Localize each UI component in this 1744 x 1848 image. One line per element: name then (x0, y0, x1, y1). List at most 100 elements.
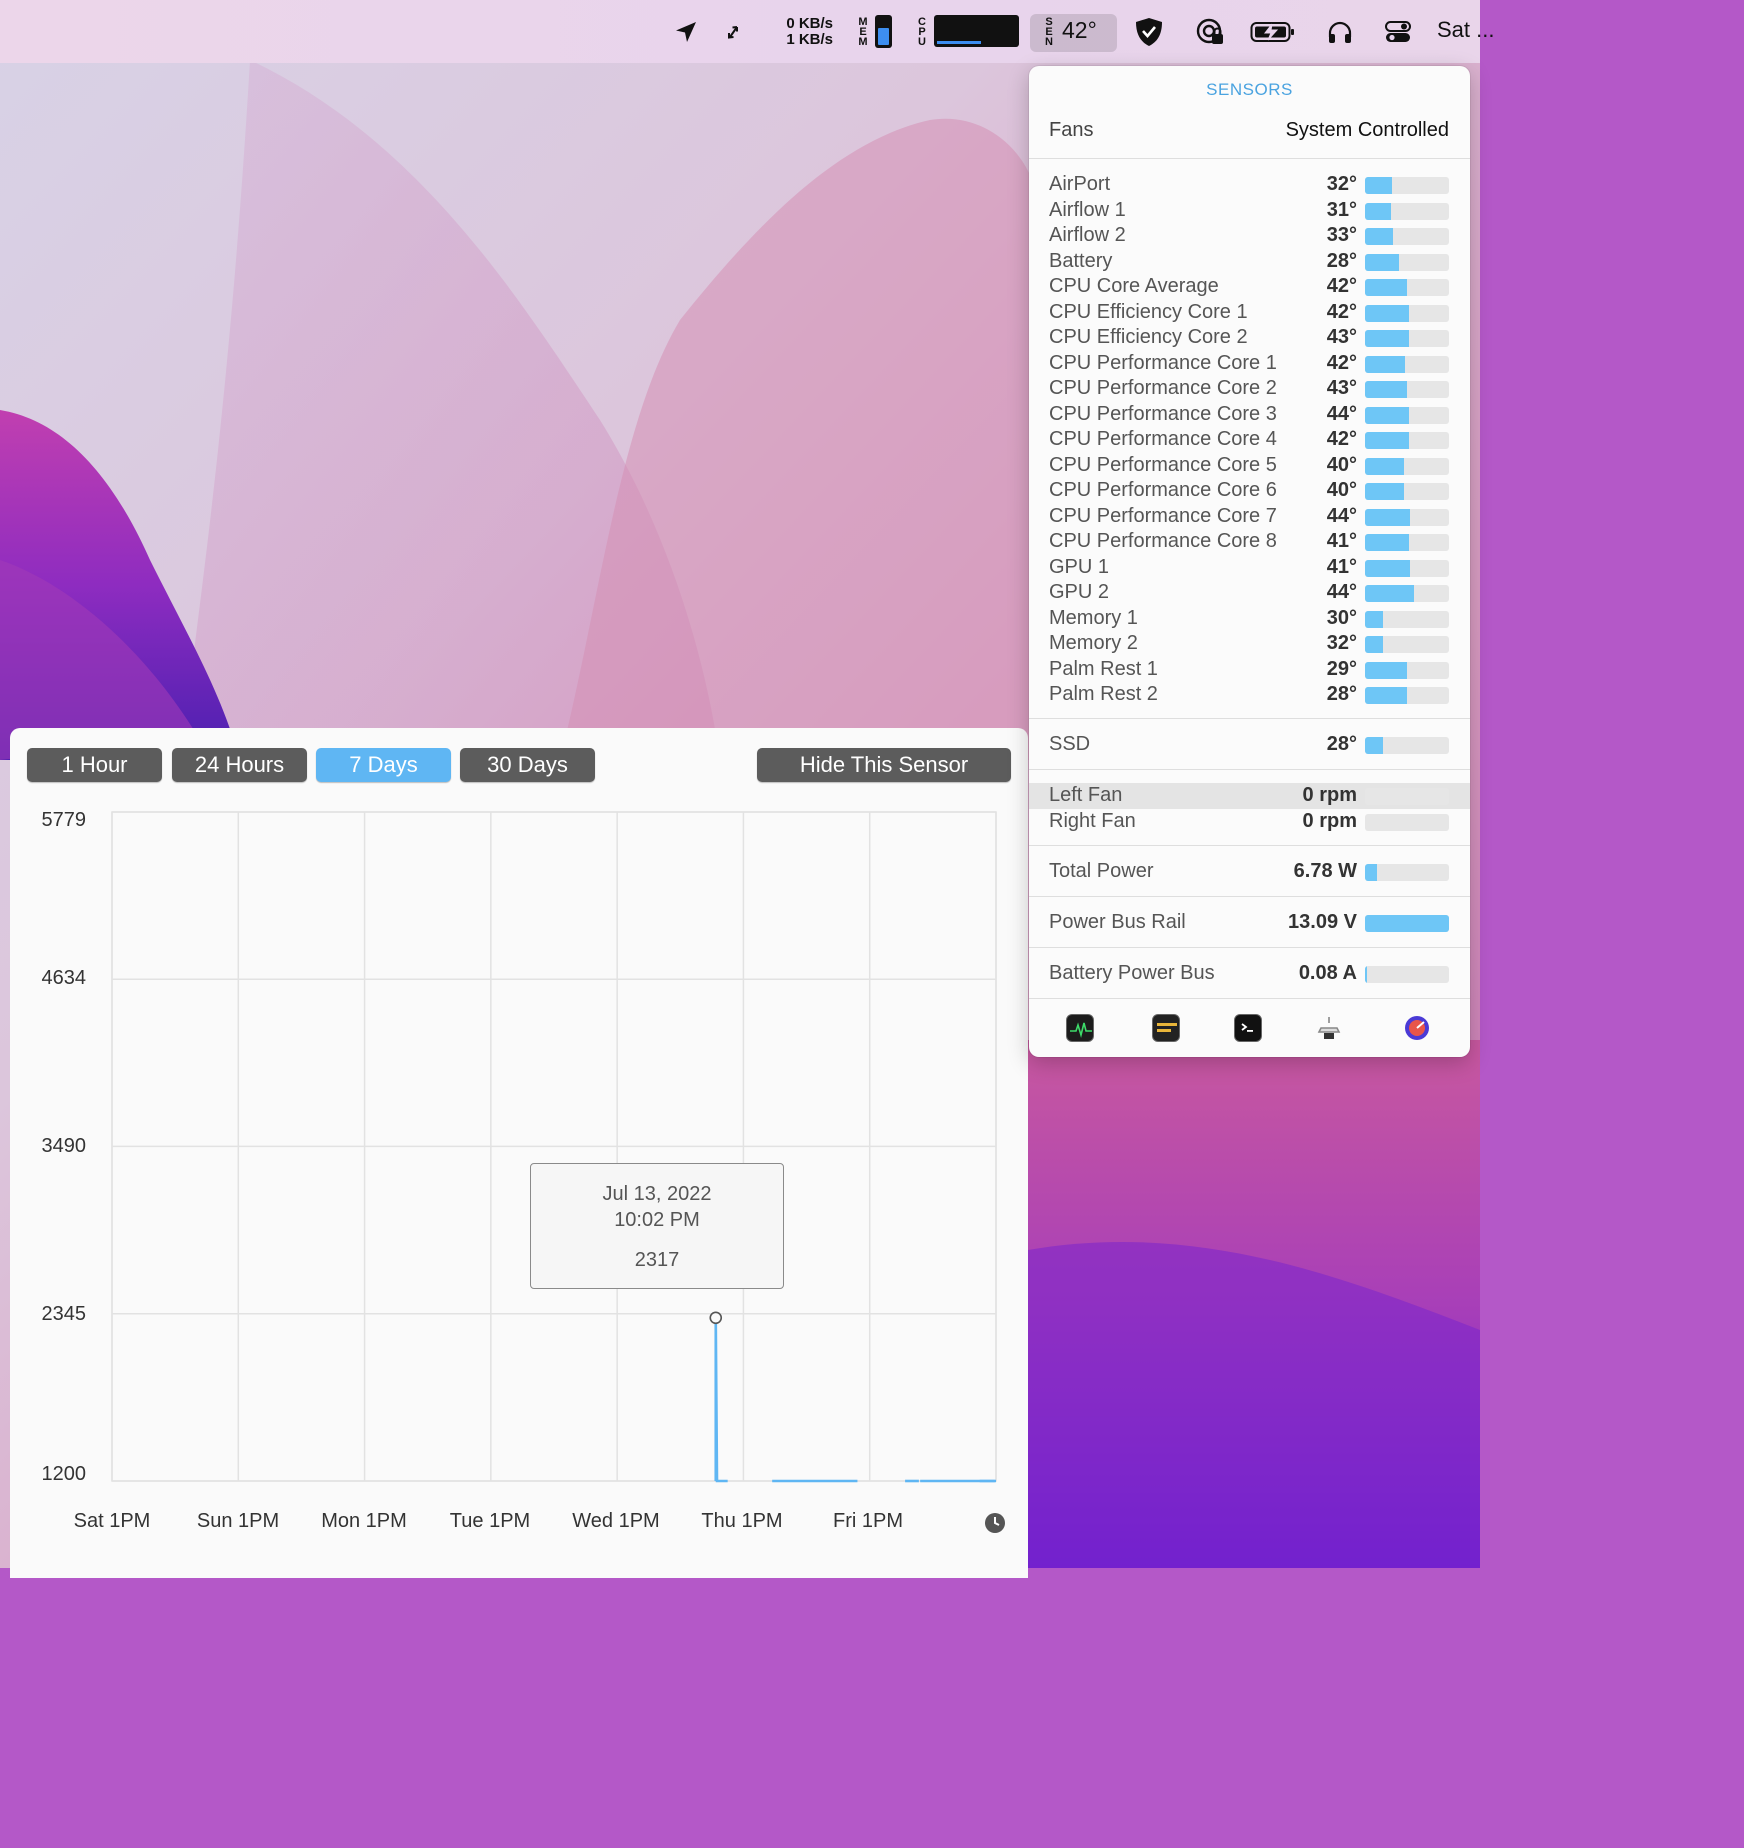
sensor-row[interactable]: CPU Performance Core 6 40° (1029, 478, 1470, 504)
power-row[interactable]: Power Bus Rail 13.09 V (1029, 910, 1470, 936)
fan-row[interactable]: Right Fan 0 rpm (1029, 809, 1470, 835)
menu-bar: 0 KB/s 1 KB/s MEM CPU SEN 42° Sat ... (0, 0, 1494, 63)
sensor-row[interactable]: Battery 28° (1029, 249, 1470, 275)
sensor-value: 42° (1326, 428, 1357, 450)
activity-monitor-icon[interactable] (1066, 1014, 1094, 1042)
sensor-value: 28° (1326, 683, 1357, 705)
sensor-row[interactable]: GPU 1 41° (1029, 555, 1470, 581)
sensor-name: CPU Efficiency Core 1 (1049, 300, 1248, 323)
sensor-row[interactable]: Airflow 1 31° (1029, 198, 1470, 224)
history-chart[interactable] (10, 728, 1028, 1568)
console-icon[interactable] (1152, 1014, 1180, 1042)
location-arrow-icon[interactable] (672, 0, 700, 63)
sensor-row[interactable]: GPU 2 44° (1029, 580, 1470, 606)
fan-row[interactable]: Left Fan 0 rpm (1029, 783, 1470, 809)
divider (1029, 718, 1470, 719)
network-speed[interactable]: 0 KB/s 1 KB/s (783, 16, 833, 48)
sensor-level-bar (1365, 304, 1449, 322)
sensor-name: Memory 2 (1049, 632, 1138, 654)
sensor-name: CPU Performance Core 1 (1049, 351, 1277, 374)
control-center-icon[interactable] (1383, 0, 1413, 63)
sensor-value: 13.09 V (1288, 911, 1357, 933)
battery-charging-icon[interactable] (1250, 0, 1296, 63)
sensor-row[interactable]: Memory 2 32° (1029, 631, 1470, 657)
clock-icon[interactable] (984, 1512, 1006, 1534)
chart-tooltip: Jul 13, 2022 10:02 PM 2317 (530, 1163, 784, 1289)
divider (1029, 158, 1470, 159)
sensor-row[interactable]: Palm Rest 1 29° (1029, 657, 1470, 683)
cpu-vertical-label: CPU (918, 15, 926, 48)
memory-gauge-fill (878, 28, 889, 45)
menubar-clock[interactable]: Sat ... (1437, 17, 1494, 43)
sensor-row[interactable]: CPU Performance Core 5 40° (1029, 453, 1470, 479)
sensor-row[interactable]: Palm Rest 2 28° (1029, 682, 1470, 708)
sensor-level-fill (1365, 534, 1409, 551)
vpn-lock-icon[interactable] (1194, 0, 1226, 63)
sensor-level-fill (1365, 355, 1406, 373)
sensor-level-fill (1365, 610, 1384, 628)
sensor-level-bar (1365, 177, 1449, 194)
sensor-row[interactable]: CPU Performance Core 7 44° (1029, 504, 1470, 530)
sensor-value: 44° (1326, 402, 1357, 425)
mem-vertical-label: MEM (858, 15, 868, 48)
y-tick-label: 5779 (41, 809, 87, 831)
sensor-level-bar (1365, 636, 1449, 653)
power-row[interactable]: Total Power 6.78 W (1029, 859, 1470, 885)
sensor-value: 42° (1326, 351, 1357, 374)
cpu-history-graph[interactable] (934, 15, 1019, 47)
sensor-name: Memory 1 (1049, 606, 1138, 629)
network-upload: 1 KB/s (786, 31, 833, 48)
memory-widget-label[interactable]: MEM (856, 0, 870, 63)
sensor-row[interactable]: CPU Efficiency Core 2 43° (1029, 325, 1470, 351)
sensor-level-bar (1365, 202, 1449, 220)
sensor-value: 30° (1326, 606, 1357, 629)
sensor-row[interactable]: SSD 28° (1029, 732, 1470, 758)
sensor-row[interactable]: AirPort 32° (1029, 172, 1470, 198)
sensor-level-bar (1365, 534, 1449, 551)
sensor-name: CPU Core Average (1049, 275, 1219, 297)
sensor-value: 44° (1326, 504, 1357, 527)
sync-arrows-icon[interactable] (720, 0, 746, 63)
sensor-name: Airflow 2 (1049, 224, 1126, 246)
shield-check-icon[interactable] (1134, 0, 1164, 63)
sensor-name: Palm Rest 1 (1049, 657, 1158, 680)
headphones-icon[interactable] (1325, 0, 1355, 63)
fans-mode-value[interactable]: System Controlled (1286, 119, 1449, 142)
sensor-row[interactable]: CPU Performance Core 1 42° (1029, 351, 1470, 377)
sensor-row[interactable]: CPU Core Average 42° (1029, 274, 1470, 300)
sensors-widget-label: SEN (1043, 0, 1055, 63)
sensor-level-fill (1365, 864, 1377, 881)
power-row[interactable]: Battery Power Bus 0.08 A (1029, 961, 1470, 987)
app-shortcuts (1029, 1006, 1470, 1051)
system-information-icon[interactable] (1315, 1014, 1343, 1042)
sensor-name: CPU Performance Core 7 (1049, 504, 1277, 527)
sensor-row[interactable]: CPU Performance Core 2 43° (1029, 376, 1470, 402)
sensor-value: 6.78 W (1293, 860, 1357, 882)
sensor-level-fill (1365, 304, 1409, 322)
sensor-name: CPU Performance Core 6 (1049, 479, 1277, 501)
cpu-widget-label[interactable]: CPU (915, 0, 929, 63)
sensor-row[interactable]: Airflow 2 33° (1029, 223, 1470, 249)
sensor-name: CPU Performance Core 4 (1049, 428, 1277, 450)
sensor-value: 42° (1326, 300, 1357, 323)
sensor-level-bar (1365, 279, 1449, 296)
sensor-value: 0 rpm (1302, 784, 1357, 806)
sensor-row[interactable]: Memory 1 30° (1029, 606, 1470, 632)
sensor-level-bar (1365, 406, 1449, 424)
menubar-sensor-temperature[interactable]: 42° (1062, 17, 1097, 44)
sensor-level-bar (1365, 661, 1449, 679)
sensor-name: Right Fan (1049, 809, 1136, 832)
sensor-name: SSD (1049, 733, 1091, 755)
tooltip-date: Jul 13, 2022 (602, 1183, 712, 1205)
sensor-row[interactable]: CPU Efficiency Core 1 42° (1029, 300, 1470, 326)
sensor-row[interactable]: CPU Performance Core 8 41° (1029, 529, 1470, 555)
disk-utility-icon[interactable] (1403, 1014, 1431, 1042)
terminal-icon[interactable] (1234, 1014, 1262, 1042)
sensor-value: 0.08 A (1298, 962, 1357, 984)
sensor-value: 33° (1326, 224, 1357, 246)
sensor-row[interactable]: CPU Performance Core 4 42° (1029, 427, 1470, 453)
sensor-name: Total Power (1049, 860, 1154, 882)
sensor-level-fill (1365, 406, 1409, 424)
memory-gauge[interactable] (875, 15, 892, 48)
sensor-row[interactable]: CPU Performance Core 3 44° (1029, 402, 1470, 428)
